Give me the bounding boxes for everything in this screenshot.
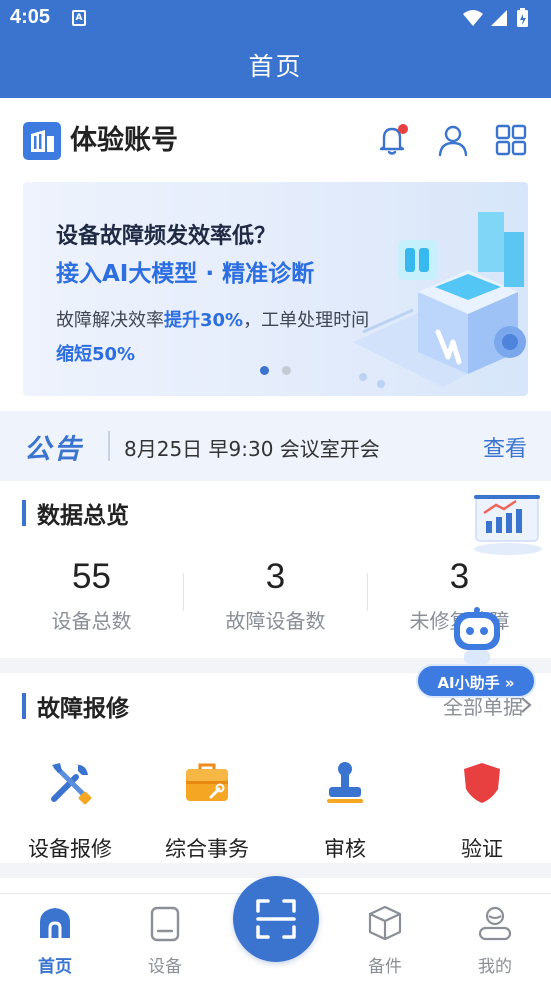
action-label: 设备报修 xyxy=(28,837,112,861)
chart-board-icon xyxy=(474,495,542,555)
status-time: 4:05 xyxy=(10,6,51,28)
user-icon[interactable] xyxy=(433,120,473,160)
stat-label: 故障设备数 xyxy=(225,609,326,633)
status-bar: 4:05 A xyxy=(0,0,551,36)
action-device-repair[interactable]: 设备报修 xyxy=(0,759,140,863)
scan-icon xyxy=(256,899,296,939)
stat-faulty-devices[interactable]: 3 故障设备数 xyxy=(184,557,367,634)
tab-label: 首页 xyxy=(38,957,72,977)
action-label: 审核 xyxy=(324,837,366,861)
section-accent xyxy=(22,500,26,526)
company-logo-icon xyxy=(23,122,61,160)
promo-banner[interactable]: 设备故障频发效率低？ 接入AI大模型 · 精准诊断 故障解决效率提升30%，工单… xyxy=(23,182,528,396)
tab-label: 备件 xyxy=(368,957,402,977)
banner-desc-prefix: 故障解决效率 xyxy=(56,310,164,331)
banner-subheadline: 接入AI大模型 · 精准诊断 xyxy=(56,261,315,287)
tab-devices[interactable]: 设备 xyxy=(120,904,210,977)
profile-icon xyxy=(478,906,512,941)
banner-headline: 设备故障频发效率低？ xyxy=(56,224,277,249)
tab-label: 设备 xyxy=(148,957,182,977)
announcement-tag: 公告 xyxy=(24,434,84,465)
action-review[interactable]: 审核 xyxy=(275,759,415,863)
divider xyxy=(108,431,110,461)
page-title: 首页 xyxy=(248,52,303,81)
ai-assistant-label: AI小助手 » xyxy=(416,664,536,698)
section-accent xyxy=(22,693,26,719)
action-label: 综合事务 xyxy=(165,837,249,861)
system-status-icons xyxy=(463,8,528,27)
tools-icon xyxy=(51,763,92,805)
server-illustration-icon xyxy=(353,212,528,388)
account-card: 体验账号 设备故障频发效率低？ 接入AI大模型 · 精准诊断 故障解决效率提升3… xyxy=(0,98,551,411)
shield-check-icon xyxy=(464,763,500,803)
ai-assistant-button[interactable]: AI小助手 » xyxy=(416,606,536,706)
tab-home[interactable]: 首页 xyxy=(10,904,100,977)
action-label: 验证 xyxy=(461,837,503,861)
stamp-icon xyxy=(327,762,363,803)
tab-spare-parts[interactable]: 备件 xyxy=(340,904,430,977)
fault-repair-title: 故障报修 xyxy=(37,696,129,722)
carousel-dot-active[interactable] xyxy=(260,366,269,375)
robot-icon xyxy=(454,607,500,664)
banner-desc-line2: 缩短50% xyxy=(56,344,136,365)
announcement-text: 8月25日 早9:30 会议室开会 xyxy=(124,437,380,461)
app-bar: 首页 xyxy=(0,36,551,98)
stat-value: 55 xyxy=(72,557,111,596)
announcement-view-link[interactable]: 查看 xyxy=(483,431,527,463)
scan-button[interactable] xyxy=(233,876,319,962)
box-icon xyxy=(368,905,402,941)
stat-value: 3 xyxy=(449,557,470,596)
account-name: 体验账号 xyxy=(70,125,178,156)
home-icon xyxy=(40,908,70,938)
announcement-bar[interactable]: 公告 8月25日 早9:30 会议室开会 查看 xyxy=(0,411,551,481)
toolbox-icon xyxy=(186,763,228,801)
device-icon xyxy=(150,906,180,942)
carousel-dot[interactable] xyxy=(282,366,291,375)
stat-total-devices[interactable]: 55 设备总数 xyxy=(0,557,183,634)
apps-grid-icon[interactable] xyxy=(491,120,531,160)
action-general-affairs[interactable]: 综合事务 xyxy=(137,759,277,863)
stat-value: 3 xyxy=(265,557,286,596)
tab-profile[interactable]: 我的 xyxy=(450,904,540,977)
home-content[interactable]: 体验账号 设备故障频发效率低？ 接入AI大模型 · 精准诊断 故障解决效率提升3… xyxy=(0,98,551,893)
stat-label: 设备总数 xyxy=(51,609,132,633)
data-overview-title: 数据总览 xyxy=(37,503,129,529)
tab-label: 我的 xyxy=(478,957,512,977)
action-verify[interactable]: 验证 xyxy=(412,759,551,863)
bell-icon[interactable] xyxy=(373,120,413,160)
banner-desc-highlight: 提升30% xyxy=(164,310,244,331)
sim-icon: A xyxy=(72,10,86,26)
